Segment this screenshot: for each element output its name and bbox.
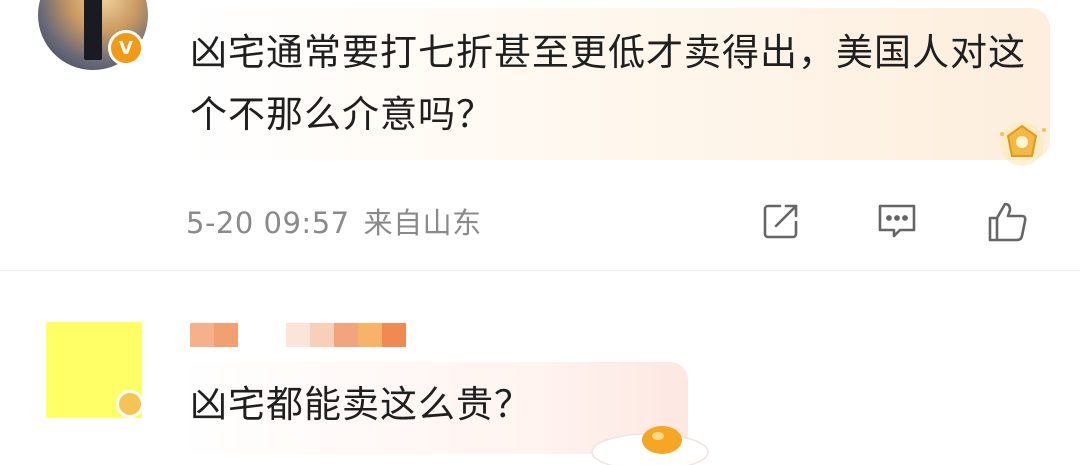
pixelated-username-suffix [286, 323, 406, 347]
crown-badge-icon [1000, 122, 1046, 166]
comment-meta: 5-20 09:57 来自山东 [186, 200, 482, 242]
comment-divider [0, 270, 1080, 271]
comment-text[interactable]: 凶宅通常要打七折甚至更低才卖得出，美国人对这个不那么介意吗？ [190, 22, 1030, 146]
comment-thread: V 凶宅通常要打七折甚至更低才卖得出，美国人对这个不那么介意吗？ 5-20 09… [0, 0, 1080, 465]
verified-badge-icon: V [108, 30, 144, 66]
comment-location: 来自山东 [363, 206, 482, 240]
pixelated-username[interactable] [190, 323, 238, 347]
comment-time: 5-20 09:57 [186, 206, 350, 240]
comment-text[interactable]: 凶宅都能卖这么贵？ [190, 379, 532, 431]
avatar-figure [84, 0, 102, 60]
share-icon[interactable] [756, 196, 806, 246]
fried-egg-icon [591, 426, 709, 465]
like-icon[interactable] [982, 196, 1032, 246]
comment-icon[interactable] [872, 196, 922, 246]
member-badge-icon [116, 390, 144, 418]
